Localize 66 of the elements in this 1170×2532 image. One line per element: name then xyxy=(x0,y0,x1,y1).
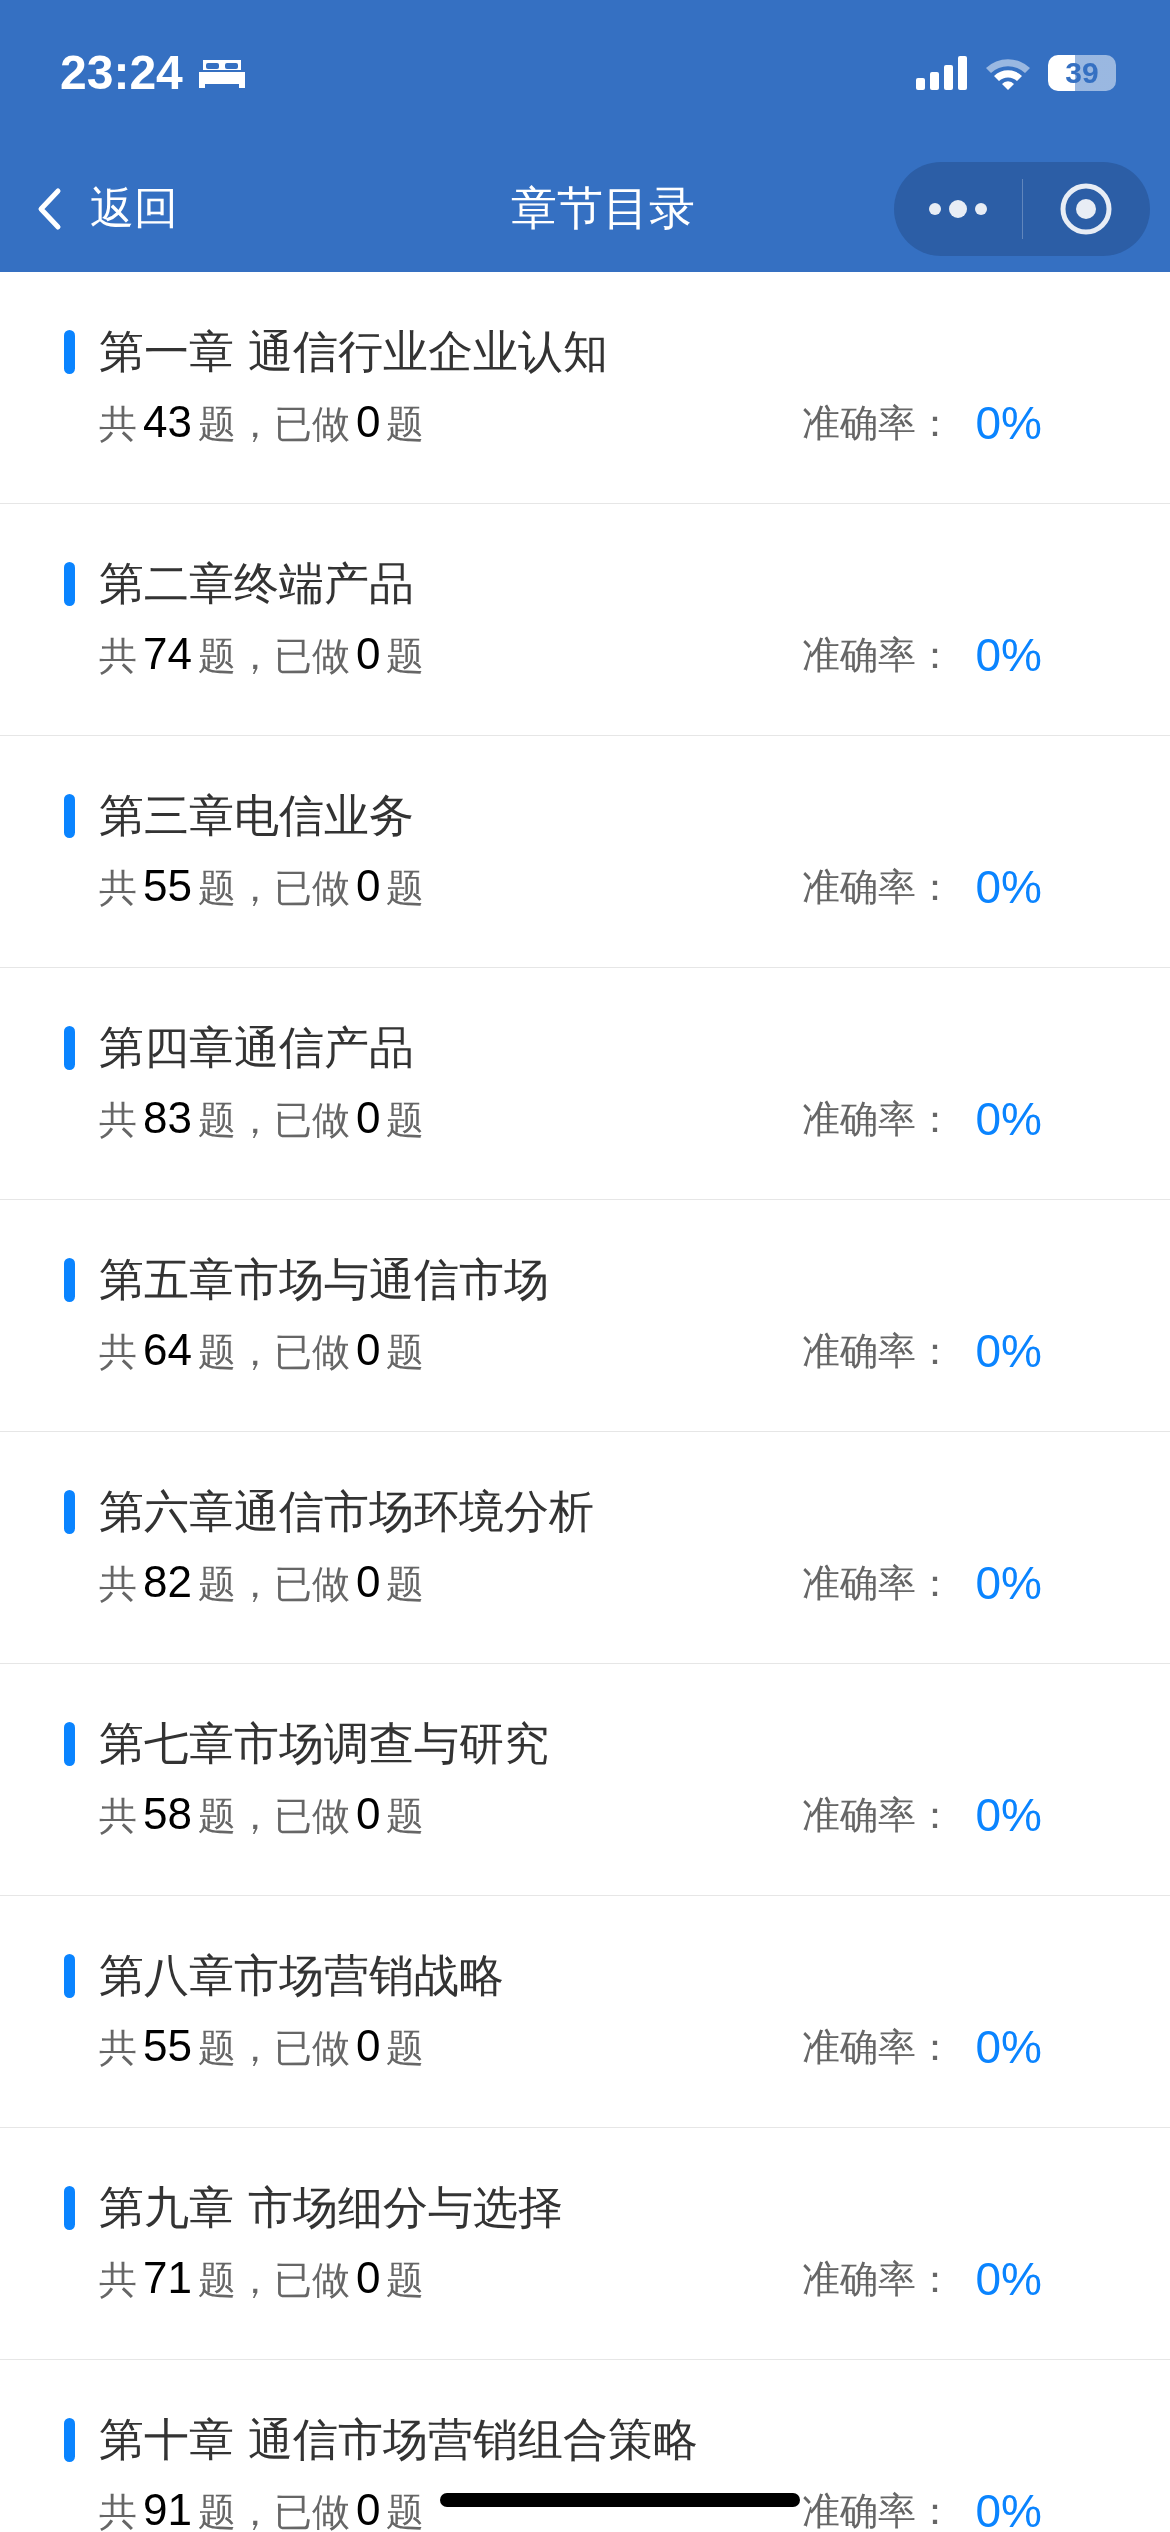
question-stats: 共74题，已做0题 xyxy=(99,628,425,680)
question-stats: 共58题，已做0题 xyxy=(99,1788,425,1840)
accuracy-value: 0% xyxy=(975,2484,1042,2532)
chapter-title: 第五章市场与通信市场 xyxy=(99,1252,549,1308)
chapter-title: 第三章电信业务 xyxy=(99,788,414,844)
chapter-marker xyxy=(64,794,75,838)
chevron-left-icon xyxy=(36,186,62,231)
target-icon xyxy=(1059,181,1114,236)
chapter-item[interactable]: 第七章市场调查与研究 共58题，已做0题 准确率： 0% xyxy=(0,1664,1170,1896)
accuracy-value: 0% xyxy=(975,396,1042,450)
accuracy-value: 0% xyxy=(975,1788,1042,1842)
chapter-item[interactable]: 第九章 市场细分与选择 共71题，已做0题 准确率： 0% xyxy=(0,2128,1170,2360)
accuracy-value: 0% xyxy=(975,628,1042,682)
chapter-item[interactable]: 第五章市场与通信市场 共64题，已做0题 准确率： 0% xyxy=(0,1200,1170,1432)
chapter-title: 第七章市场调查与研究 xyxy=(99,1716,549,1772)
chapter-marker xyxy=(64,1954,75,1998)
accuracy-value: 0% xyxy=(975,860,1042,914)
chapter-item[interactable]: 第二章终端产品 共74题，已做0题 准确率： 0% xyxy=(0,504,1170,736)
chapter-item[interactable]: 第六章通信市场环境分析 共82题，已做0题 准确率： 0% xyxy=(0,1432,1170,1664)
question-stats: 共91题，已做0题 xyxy=(99,2484,425,2532)
question-stats: 共64题，已做0题 xyxy=(99,1324,425,1376)
chapter-marker xyxy=(64,330,75,374)
chapter-marker xyxy=(64,1490,75,1534)
chapter-title: 第四章通信产品 xyxy=(99,1020,414,1076)
question-stats: 共43题，已做0题 xyxy=(99,396,425,448)
accuracy-label: 准确率： xyxy=(801,631,954,679)
question-stats: 共55题，已做0题 xyxy=(99,2020,425,2072)
chapter-title: 第六章通信市场环境分析 xyxy=(99,1484,594,1540)
question-stats: 共83题，已做0题 xyxy=(99,1092,425,1144)
accuracy-label: 准确率： xyxy=(801,863,954,911)
chapter-item[interactable]: 第一章 通信行业企业认知 共43题，已做0题 准确率： 0% xyxy=(0,272,1170,504)
accuracy-label: 准确率： xyxy=(801,2023,954,2071)
chapter-item[interactable]: 第八章市场营销战略 共55题，已做0题 准确率： 0% xyxy=(0,1896,1170,2128)
accuracy-label: 准确率： xyxy=(801,1327,954,1375)
chapter-marker xyxy=(64,2186,75,2230)
chapter-title: 第二章终端产品 xyxy=(99,556,414,612)
accuracy-label: 准确率： xyxy=(801,1791,954,1839)
accuracy-label: 准确率： xyxy=(801,2255,954,2303)
status-time: 23:24 xyxy=(60,45,183,100)
accuracy-label: 准确率： xyxy=(801,1559,954,1607)
accuracy-value: 0% xyxy=(975,2020,1042,2074)
question-stats: 共82题，已做0题 xyxy=(99,1556,425,1608)
question-stats: 共71题，已做0题 xyxy=(99,2252,425,2304)
chapter-title: 第十章 通信市场营销组合策略 xyxy=(99,2412,699,2468)
chapter-marker xyxy=(64,1258,75,1302)
chapter-marker xyxy=(64,2418,75,2462)
chapter-item[interactable]: 第三章电信业务 共55题，已做0题 准确率： 0% xyxy=(0,736,1170,968)
accuracy-value: 0% xyxy=(975,2252,1042,2306)
more-icon xyxy=(927,198,988,219)
question-stats: 共55题，已做0题 xyxy=(99,860,425,912)
chapter-title: 第八章市场营销战略 xyxy=(99,1948,504,2004)
chapter-title: 第九章 市场细分与选择 xyxy=(99,2180,564,2236)
chapter-marker xyxy=(64,562,75,606)
back-button[interactable]: 返回 xyxy=(36,179,178,238)
accuracy-label: 准确率： xyxy=(801,1095,954,1143)
accuracy-label: 准确率： xyxy=(801,399,954,447)
chapter-marker xyxy=(64,1026,75,1070)
chapter-marker xyxy=(64,1722,75,1766)
accuracy-value: 0% xyxy=(975,1556,1042,1610)
accuracy-label: 准确率： xyxy=(801,2487,954,2532)
chapter-item[interactable]: 第四章通信产品 共83题，已做0题 准确率： 0% xyxy=(0,968,1170,1200)
chapter-title: 第一章 通信行业企业认知 xyxy=(99,324,609,380)
signal-icon xyxy=(916,55,968,90)
accuracy-value: 0% xyxy=(975,1092,1042,1146)
page-title: 章节目录 xyxy=(510,179,695,237)
accuracy-value: 0% xyxy=(975,1324,1042,1378)
